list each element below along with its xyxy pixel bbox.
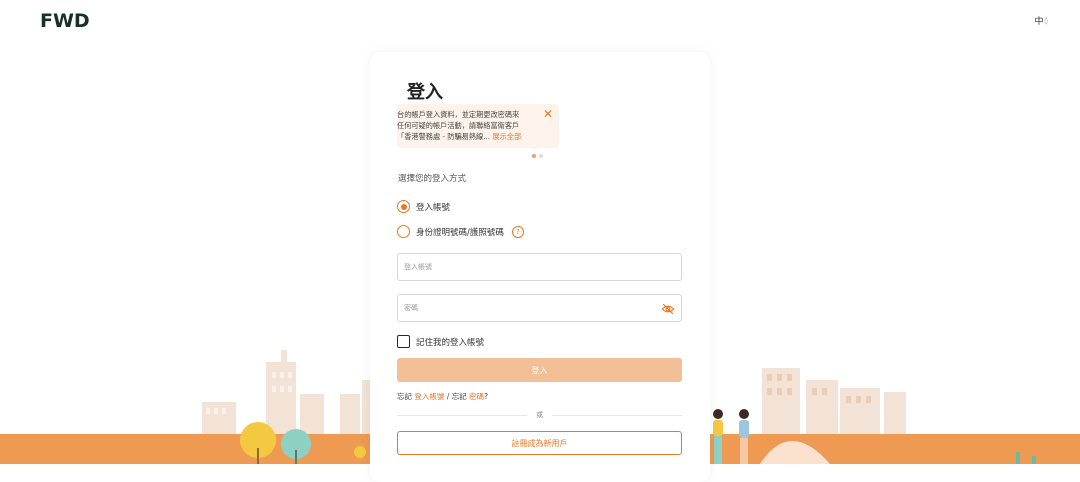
radio-button[interactable] [397,225,410,238]
notice-text: 台的帳戶登入資料，並定期更改密碼來 任何可疑的帳戶活動，請聯絡富衛客戶 「香港警… [397,109,535,142]
logo-text: FWD [40,10,90,32]
radio-option-id[interactable]: 身份證明號碼/護照號碼 ? [397,225,524,238]
forgot-suffix: ? [484,392,489,401]
forgot-separator: / 忘記 [446,392,467,401]
username-input[interactable] [398,254,644,280]
chevron-updown-icon: ◊ [1044,16,1048,25]
or-divider: 或 [397,410,682,420]
forgot-prefix: 忘記 [397,392,412,401]
login-button[interactable]: 登入 [397,358,682,382]
remember-me[interactable]: 記住我的登入帳號 [397,335,484,348]
radio-option-username[interactable]: 登入帳號 [397,200,450,213]
carousel-dot-active[interactable] [532,154,536,158]
eye-off-icon[interactable] [661,302,675,316]
notice-line-3-text: 「香港警務處 - 防騙易熱線... [397,132,491,141]
radio-label-username: 登入帳號 [416,202,451,213]
carousel-dots [532,154,543,158]
notice-banner: 台的帳戶登入資料，並定期更改密碼來 任何可疑的帳戶活動，請聯絡富衛客戶 「香港警… [397,104,559,148]
register-button[interactable]: 註冊成為新用戶 [397,431,682,455]
carousel-dot[interactable] [539,154,543,158]
language-label: 中 [1034,17,1044,27]
password-input[interactable] [398,295,644,321]
show-all-link[interactable]: 展示全部 [492,132,521,141]
notice-line-2: 任何可疑的帳戶活動，請聯絡富衛客戶 [397,121,520,130]
language-switcher[interactable]: 中 ◊ [1034,14,1048,28]
forgot-password-link[interactable]: 密碼 [469,392,484,401]
notice-line-3: 「香港警務處 - 防騙易熱線... 展示全部 [397,131,535,142]
forgot-username-link[interactable]: 登入帳號 [414,392,444,401]
login-method-label: 選擇您的登入方式 [398,174,467,184]
help-icon[interactable]: ? [511,225,524,238]
forgot-links: 忘記 登入帳號 / 忘記 密碼? [397,391,488,402]
radio-label-id: 身份證明號碼/護照號碼 [416,227,504,238]
divider-line-right [552,415,682,416]
fwd-logo: FWD [40,10,90,32]
password-field[interactable] [397,294,682,322]
radio-button-selected[interactable] [397,200,410,213]
remember-checkbox[interactable] [397,335,410,348]
notice-line-1: 台的帳戶登入資料，並定期更改密碼來 [397,110,520,119]
close-icon[interactable]: ✕ [543,108,553,120]
remember-label: 記住我的登入帳號 [416,337,485,348]
username-field[interactable] [397,253,682,281]
page-title: 登入 [407,82,443,103]
